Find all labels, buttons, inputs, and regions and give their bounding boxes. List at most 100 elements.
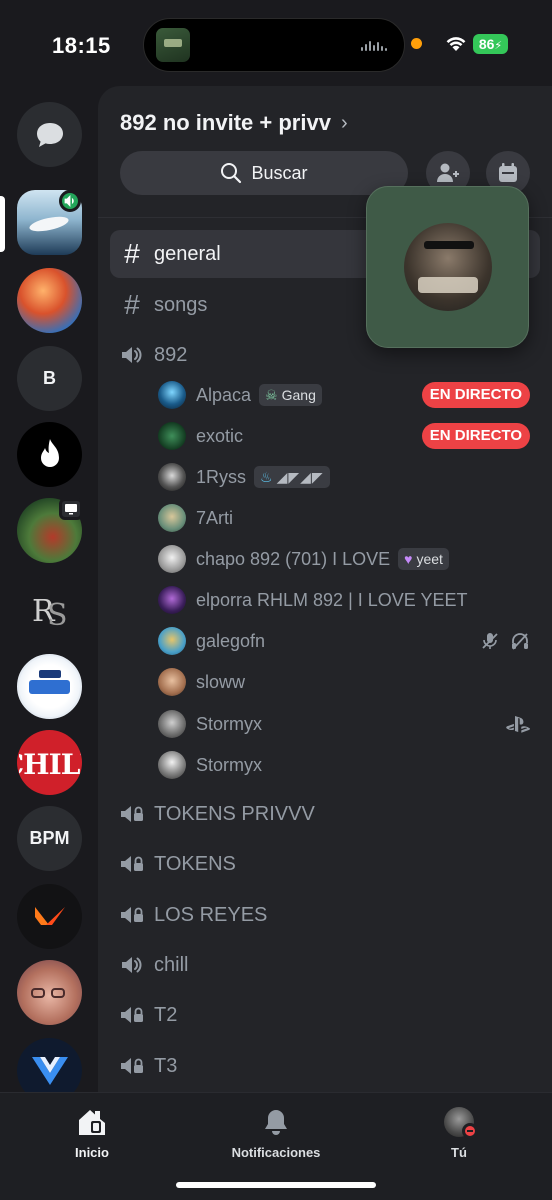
voice-channel-t3[interactable]: T3: [110, 1042, 540, 1090]
avatar: [158, 504, 186, 532]
speaker-icon: [110, 954, 154, 976]
nav-home[interactable]: Inicio: [32, 1107, 152, 1160]
avatar: [158, 586, 186, 614]
voice-channel-t2[interactable]: T2: [110, 991, 540, 1039]
avatar: [158, 381, 186, 409]
member-name: Stormyx: [196, 754, 263, 775]
server-icon-shield[interactable]: [17, 1038, 82, 1092]
home-indicator: [176, 1182, 376, 1188]
selected-server-indicator: [0, 196, 5, 252]
avatar: [158, 463, 186, 491]
mic-muted-icon: [482, 633, 498, 649]
avatar: [158, 545, 186, 573]
tag-text: yeet: [416, 551, 443, 567]
nav-notifications[interactable]: Notificaciones: [216, 1107, 336, 1160]
chevron-right-icon: ›: [340, 111, 348, 134]
avatar: [158, 627, 186, 655]
chill-logo-icon: CHILL: [19, 748, 81, 780]
add-user-icon: [437, 163, 459, 182]
channel-name: songs: [154, 293, 208, 316]
avatar: [158, 710, 186, 738]
playstation-icon: [506, 716, 530, 733]
dynamic-island[interactable]: [143, 18, 405, 72]
battery-level: 86: [478, 36, 495, 52]
heart-icon: ♥: [404, 551, 413, 567]
voice-active-badge: [59, 190, 81, 212]
member-name: sloww: [196, 671, 246, 692]
voice-member-exotic[interactable]: exotic EN DIRECTO: [158, 418, 532, 454]
tag-text: Gang: [281, 387, 316, 403]
locked-speaker-icon: [110, 904, 154, 926]
server-icon-rs[interactable]: RS: [17, 576, 82, 641]
server-icon-b[interactable]: B: [17, 346, 82, 411]
flame-icon: [40, 438, 59, 467]
member-name: chapo 892 (701) I LOVE: [196, 548, 391, 569]
server-icon-valorant[interactable]: [17, 884, 82, 949]
server-header[interactable]: 892 no invite + privv ›: [120, 110, 348, 136]
nav-you[interactable]: Tú: [399, 1107, 519, 1160]
locked-speaker-icon: [110, 803, 154, 825]
deafened-icon: [512, 633, 528, 650]
server-icon-chill[interactable]: CHILL: [17, 730, 82, 795]
voice-pip-window[interactable]: [366, 186, 529, 348]
server-icon-avatar-face[interactable]: [17, 960, 82, 1025]
voice-member-1ryss[interactable]: 1Ryss ♨ ◢◤◢◤: [158, 459, 532, 495]
bell-icon: [265, 1110, 287, 1135]
channel-name: T2: [154, 1003, 178, 1026]
locked-speaker-icon: [110, 853, 154, 875]
server-icon-bpm[interactable]: BPM: [17, 806, 82, 871]
member-name: 7Arti: [196, 507, 234, 528]
server-icon-flame[interactable]: [17, 422, 82, 487]
status-bar: 18:15 86⚡: [0, 0, 552, 88]
member-name: galegofn: [196, 630, 266, 651]
voice-member-stormyx[interactable]: Stormyx: [158, 706, 532, 742]
server-icon-fortnite-global[interactable]: [17, 654, 82, 719]
speaker-avatar: [404, 223, 492, 311]
search-icon: [221, 163, 242, 184]
search-button[interactable]: Buscar: [120, 151, 408, 195]
voice-member-stormyx-2[interactable]: Stormyx: [158, 747, 532, 783]
hash-icon: #: [124, 238, 140, 269]
valorant-icon: [34, 906, 65, 925]
voice-channel-tokens-privvv[interactable]: TOKENS PRIVVV: [110, 790, 540, 838]
member-name: exotic: [196, 425, 244, 446]
speaker-icon: [110, 344, 154, 366]
server-initials: BPM: [29, 828, 70, 848]
server-rail: B RS CHILL BPM: [0, 88, 100, 1092]
voice-member-galegofn[interactable]: galegofn: [158, 623, 532, 659]
server-icon-sunset[interactable]: [17, 268, 82, 333]
server-initials: B: [43, 368, 56, 388]
voice-member-chapo[interactable]: chapo 892 (701) I LOVE ♥ yeet: [158, 541, 532, 577]
direct-messages-button[interactable]: [17, 102, 82, 167]
live-badge: EN DIRECTO: [421, 382, 530, 408]
svg-text:S: S: [47, 598, 68, 631]
mic-in-use-indicator: [411, 38, 422, 49]
voice-member-7arti[interactable]: 7Arti: [158, 500, 532, 536]
locked-speaker-icon: [110, 1055, 154, 1077]
screen-icon: [65, 504, 77, 515]
speaker-icon: [64, 195, 74, 207]
voice-channel-chill[interactable]: chill: [110, 941, 540, 989]
voice-channel-los-reyes[interactable]: LOS REYES: [110, 891, 540, 939]
channel-name: chill: [154, 953, 189, 976]
shield-logo-icon: [31, 1056, 68, 1085]
screen-share-badge: [59, 498, 83, 520]
voice-channel-tokens[interactable]: TOKENS: [110, 840, 540, 888]
nav-you-label: Tú: [451, 1145, 467, 1160]
member-status-icons: [480, 631, 530, 651]
now-playing-thumbnail: [156, 28, 190, 62]
member-tag: ♥ yeet: [398, 548, 449, 570]
voice-member-sloww[interactable]: sloww: [158, 664, 532, 700]
voice-member-alpaca[interactable]: Alpaca ☠ Gang EN DIRECTO: [158, 377, 532, 413]
avatar: [158, 751, 186, 779]
skull-icon: ☠: [265, 386, 278, 403]
wifi-icon: [446, 37, 466, 51]
home-icon: [79, 1110, 105, 1135]
channel-name: T3: [154, 1054, 178, 1077]
rs-logo-icon: RS: [32, 594, 68, 631]
voice-member-elporra[interactable]: elporra RHLM 892 | I LOVE YEET: [158, 582, 532, 618]
member-tag: ♨ ◢◤◢◤: [254, 466, 330, 488]
hash-icon: #: [124, 289, 140, 320]
nav-home-label: Inicio: [75, 1145, 109, 1160]
audio-wave-icon: [361, 41, 389, 51]
